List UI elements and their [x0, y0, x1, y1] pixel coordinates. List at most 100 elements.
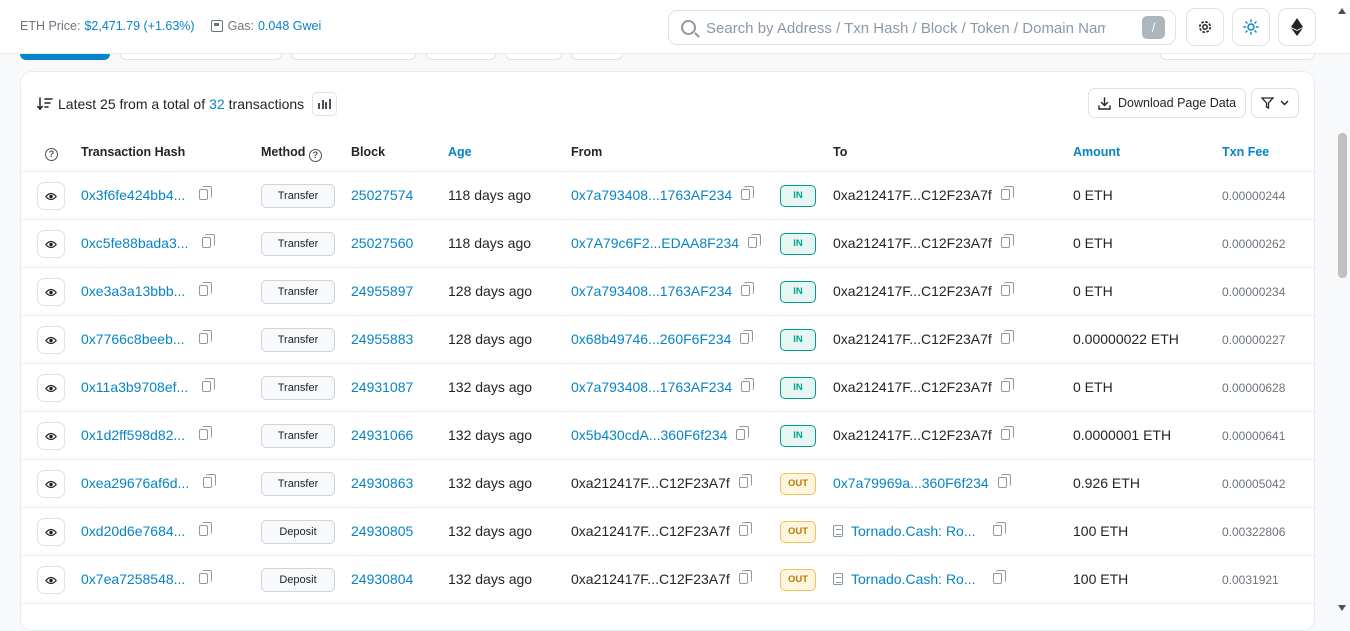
from-address[interactable]: 0x7a793408...1763AF234 [571, 379, 732, 395]
summary-total[interactable]: 32 [209, 96, 225, 112]
from-address[interactable]: 0x5b430cdA...360F6f234 [571, 427, 727, 443]
transaction-hash-link[interactable]: 0x1d2ff598d82... [81, 427, 185, 443]
scroll-down-arrow[interactable] [1338, 605, 1346, 611]
copy-icon[interactable] [199, 282, 213, 296]
copy-icon[interactable] [738, 570, 752, 584]
column-to: To [833, 145, 848, 159]
search-box[interactable]: / [668, 10, 1176, 45]
search-input[interactable] [706, 17, 1106, 39]
to-cell: 0xa212417F...C12F23A7f [833, 378, 1014, 395]
copy-icon[interactable] [203, 474, 217, 488]
copy-icon[interactable] [202, 378, 216, 392]
block-link[interactable]: 24930804 [351, 571, 413, 587]
method-help-icon[interactable]: ? [308, 149, 322, 162]
column-txn-fee[interactable]: Txn Fee [1222, 145, 1269, 159]
tab-internal[interactable] [120, 54, 282, 60]
to-address[interactable]: Tornado.Cash: Ro... [851, 571, 976, 587]
copy-icon[interactable] [736, 426, 750, 440]
from-address[interactable]: 0x68b49746...260F6F234 [571, 331, 731, 347]
transaction-hash-link[interactable]: 0x7766c8beeb... [81, 331, 185, 347]
copy-icon[interactable] [740, 330, 754, 344]
download-page-data-button[interactable]: Download Page Data [1088, 88, 1247, 118]
eye-icon [45, 384, 57, 392]
copy-icon[interactable] [1000, 330, 1014, 344]
copy-icon[interactable] [198, 330, 212, 344]
to-address[interactable]: Tornado.Cash: Ro... [851, 523, 976, 539]
copy-icon[interactable] [738, 522, 752, 536]
copy-icon[interactable] [199, 426, 213, 440]
copy-icon[interactable] [741, 378, 755, 392]
block-link[interactable]: 25027560 [351, 235, 413, 251]
transaction-hash-link[interactable]: 0xea29676af6d... [81, 475, 189, 491]
preview-eye-button[interactable] [37, 566, 65, 594]
copy-icon[interactable] [199, 522, 213, 536]
from-address[interactable]: 0x7a793408...1763AF234 [571, 283, 732, 299]
copy-icon[interactable] [1000, 378, 1014, 392]
copy-icon[interactable] [1000, 426, 1014, 440]
tab-right-control[interactable] [1160, 54, 1315, 60]
from-address[interactable]: 0x7a793408...1763AF234 [571, 187, 732, 203]
transaction-hash-link[interactable]: 0xc5fe88bada3... [81, 235, 188, 251]
block-link[interactable]: 24955883 [351, 331, 413, 347]
preview-eye-button[interactable] [37, 278, 65, 306]
gas-value[interactable]: 0.048 Gwei [258, 19, 321, 33]
to-address[interactable]: 0x7a79969a...360F6f234 [833, 475, 989, 491]
copy-icon[interactable] [202, 234, 216, 248]
block-link[interactable]: 24930805 [351, 523, 413, 539]
copy-icon[interactable] [748, 234, 762, 248]
eye-icon [45, 240, 57, 248]
block-link[interactable]: 24930863 [351, 475, 413, 491]
copy-icon[interactable] [1000, 186, 1014, 200]
block-link[interactable]: 24955897 [351, 283, 413, 299]
transaction-hash-link[interactable]: 0x11a3b9708ef... [81, 379, 188, 395]
top-bar: ETH Price: $2,471.79 (+1.63%) Gas: 0.048… [0, 0, 1350, 54]
transaction-hash-link[interactable]: 0x3f6fe424bb4... [81, 187, 185, 203]
copy-icon[interactable] [199, 186, 213, 200]
preview-eye-button[interactable] [37, 230, 65, 258]
copy-icon[interactable] [1000, 282, 1014, 296]
settings-button[interactable] [1186, 8, 1224, 46]
tab-token-transfers[interactable] [291, 54, 416, 60]
scroll-up-arrow[interactable] [1338, 8, 1346, 14]
block-link[interactable]: 24931066 [351, 427, 413, 443]
tab-transactions[interactable] [20, 54, 110, 60]
copy-icon[interactable] [741, 282, 755, 296]
block-link[interactable]: 25027574 [351, 187, 413, 203]
tab-extra-2[interactable] [571, 54, 623, 60]
transaction-hash-link[interactable]: 0xe3a3a13bbb... [81, 283, 185, 299]
column-amount[interactable]: Amount [1073, 145, 1120, 159]
transaction-hash-link[interactable]: 0x7ea7258548... [81, 571, 185, 587]
scrollbar-thumb[interactable] [1338, 133, 1347, 278]
tab-extra-1[interactable] [505, 54, 562, 60]
txn-fee-text: 0.00000628 [1222, 381, 1286, 395]
copy-icon[interactable] [741, 186, 755, 200]
copy-icon[interactable] [992, 570, 1006, 584]
from-address[interactable]: 0x7A79c6F2...EDAA8F234 [571, 235, 739, 251]
copy-icon[interactable] [997, 474, 1011, 488]
tab-nft[interactable] [426, 54, 496, 60]
preview-eye-button[interactable] [37, 374, 65, 402]
network-button[interactable] [1278, 8, 1316, 46]
theme-toggle-button[interactable] [1232, 8, 1270, 46]
preview-eye-button[interactable] [37, 518, 65, 546]
copy-icon[interactable] [992, 522, 1006, 536]
eth-price-value[interactable]: $2,471.79 (+1.63%) [84, 19, 194, 33]
direction-badge: OUT [780, 569, 816, 591]
txn-fee-text: 0.00000227 [1222, 333, 1286, 347]
filter-button[interactable] [1251, 88, 1299, 118]
block-link[interactable]: 24931087 [351, 379, 413, 395]
copy-icon[interactable] [738, 474, 752, 488]
copy-icon[interactable] [1000, 234, 1014, 248]
info-help-icon[interactable]: ? [45, 144, 58, 161]
preview-eye-button[interactable] [37, 182, 65, 210]
preview-eye-button[interactable] [37, 470, 65, 498]
amount-text: 0 ETH [1073, 283, 1113, 299]
preview-eye-button[interactable] [37, 422, 65, 450]
transaction-hash-link[interactable]: 0xd20d6e7684... [81, 523, 185, 539]
preview-eye-button[interactable] [37, 326, 65, 354]
table-row: 0xd20d6e7684... Deposit 24930805 132 days a… [21, 508, 1314, 556]
from-cell: 0x5b430cdA...360F6f234 [571, 426, 750, 443]
copy-icon[interactable] [199, 570, 213, 584]
column-age[interactable]: Age [448, 145, 472, 159]
analytics-chart-button[interactable] [312, 92, 338, 116]
